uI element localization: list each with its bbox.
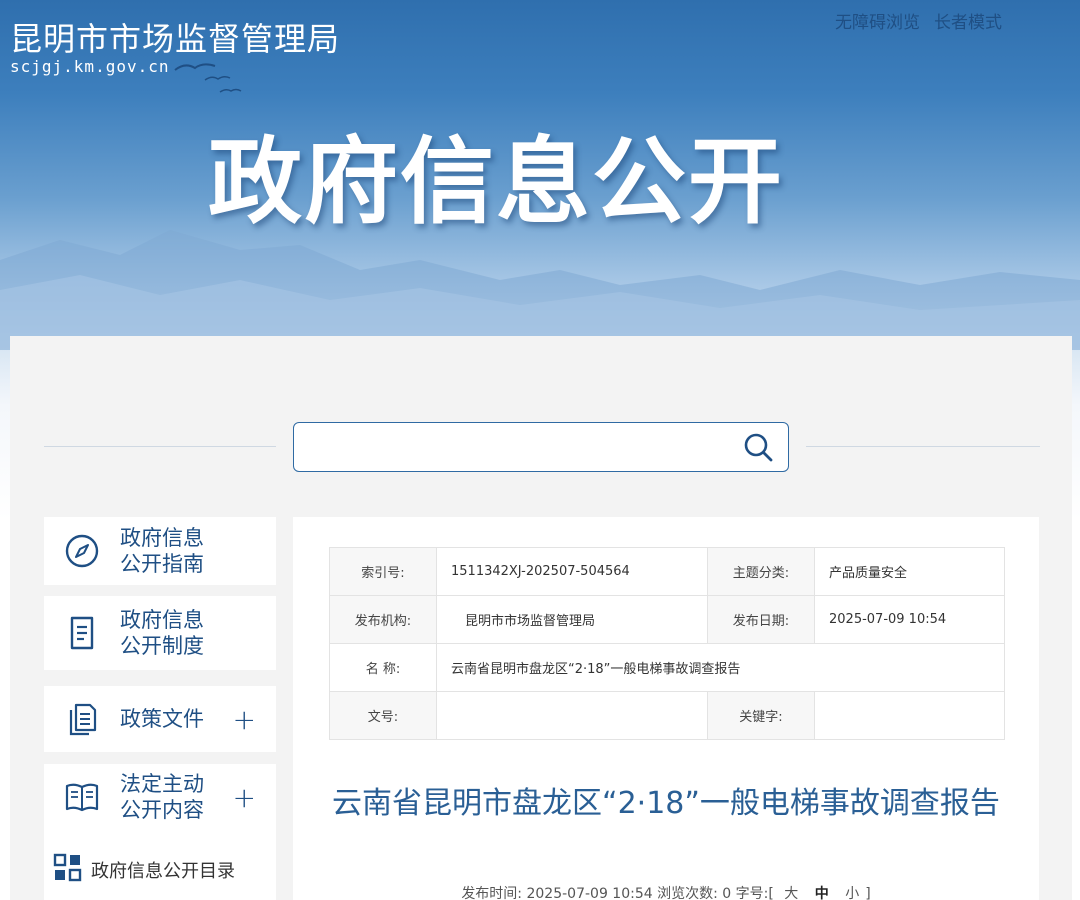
elder-mode-link[interactable]: 长者模式 — [934, 13, 1002, 33]
compass-icon — [65, 534, 99, 568]
views-count: 0 — [722, 886, 732, 900]
divider — [806, 446, 1040, 447]
table-row: 索引号: 1511342XJ-202507-504564 主题分类: 产品质量安… — [329, 547, 1005, 596]
name-value: 云南省昆明市盘龙区“2·18”一般电梯事故调查报告 — [436, 643, 1005, 692]
index-value: 1511342XJ-202507-504564 — [436, 547, 708, 596]
sidebar-item-label: 政府信息公开制度 — [120, 608, 204, 658]
document-icon — [70, 616, 94, 650]
sidebar-item-label: 法定主动公开内容 — [120, 772, 204, 822]
metadata-table: 索引号: 1511342XJ-202507-504564 主题分类: 产品质量安… — [329, 547, 1005, 740]
keyword-value — [814, 691, 1005, 740]
table-row: 文号: 关键字: — [329, 691, 1005, 740]
sidebar-item-catalog[interactable]: 政府信息公开目录 — [44, 830, 276, 900]
birds-decoration — [174, 63, 242, 93]
accessibility-link[interactable]: 无障碍浏览 — [835, 13, 920, 33]
grid-icon — [53, 853, 82, 882]
date-value: 2025-07-09 10:54 — [814, 595, 1005, 644]
docno-value — [436, 691, 708, 740]
table-row: 发布机构: 昆明市市场监督管理局 发布日期: 2025-07-09 10:54 — [329, 595, 1005, 644]
site-name: 昆明市市场监督管理局 — [10, 20, 341, 58]
hero-title: 政府信息公开 — [208, 128, 785, 237]
expand-plus-icon[interactable]: + — [233, 703, 256, 736]
publish-time: 2025-07-09 10:54 — [526, 886, 653, 900]
sidebar-item-label: 政策文件 — [120, 707, 204, 731]
sidebar-item-label: 政府信息公开目录 — [91, 861, 235, 882]
article-meta: 发布时间: 2025-07-09 10:54 浏览次数: 0 字号:[ 大 中 … — [461, 886, 871, 900]
font-small-button[interactable]: 小 — [845, 886, 859, 900]
date-label: 发布日期: — [707, 595, 815, 644]
topic-value: 产品质量安全 — [814, 547, 1005, 596]
top-links: 无障碍浏览 长者模式 — [821, 8, 1002, 33]
divider — [44, 446, 276, 447]
fontsize-label: 字号: — [735, 886, 769, 900]
font-large-button[interactable]: 大 — [784, 886, 798, 900]
sidebar-item-guide[interactable]: 政府信息公开指南 — [44, 517, 276, 585]
book-icon — [65, 783, 99, 812]
name-label: 名 称: — [329, 643, 437, 692]
sidebar-item-policy-files[interactable]: 政策文件 + — [44, 686, 276, 752]
sidebar-item-label: 政府信息公开指南 — [120, 526, 204, 576]
sidebar-item-statutory[interactable]: 法定主动公开内容 + — [44, 764, 276, 830]
files-icon — [69, 703, 97, 736]
views-label: 浏览次数: — [657, 886, 718, 900]
search-input[interactable] — [294, 423, 734, 471]
article-title: 云南省昆明市盘龙区“2·18”一般电梯事故调查报告 — [332, 786, 1000, 821]
table-row: 名 称: 云南省昆明市盘龙区“2·18”一般电梯事故调查报告 — [329, 643, 1005, 692]
issuer-value: 昆明市市场监督管理局 — [436, 595, 708, 644]
sidebar-item-system[interactable]: 政府信息公开制度 — [44, 596, 276, 670]
font-medium-button[interactable]: 中 — [815, 886, 829, 900]
content-panel: 索引号: 1511342XJ-202507-504564 主题分类: 产品质量安… — [293, 517, 1039, 900]
search-icon — [744, 433, 773, 462]
expand-plus-icon[interactable]: + — [233, 781, 256, 814]
keyword-label: 关键字: — [707, 691, 815, 740]
index-label: 索引号: — [329, 547, 437, 596]
docno-label: 文号: — [329, 691, 437, 740]
topic-label: 主题分类: — [707, 547, 815, 596]
search-box — [293, 422, 789, 472]
site-domain: scjgj.km.gov.cn — [10, 57, 170, 76]
issuer-label: 发布机构: — [329, 595, 437, 644]
main-card: 政府信息公开指南 政府信息公开制度 政策文件 + 法定主动公开内容 + 政府信息… — [10, 336, 1072, 900]
search-button[interactable] — [738, 429, 778, 465]
publish-label: 发布时间: — [461, 886, 523, 900]
